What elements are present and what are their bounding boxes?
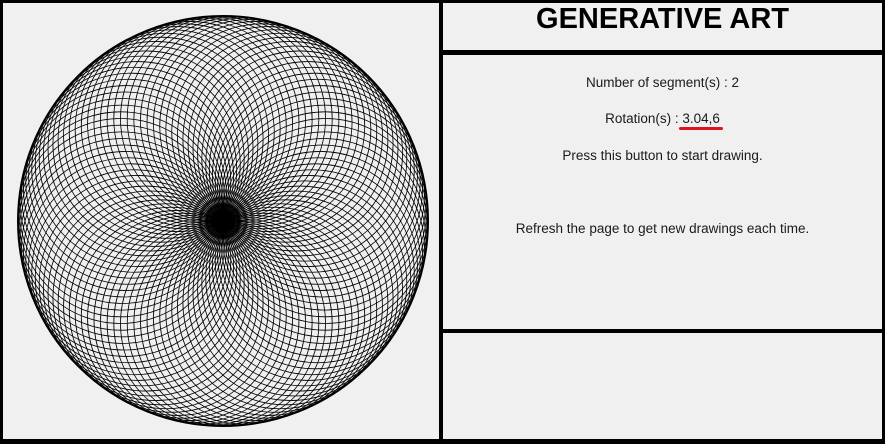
bottom-panel	[443, 333, 882, 439]
segments-line: Number of segment(s) : 2	[443, 75, 882, 91]
segments-label: Number of segment(s) :	[585, 75, 732, 90]
rotations-label: Rotation(s) :	[605, 111, 683, 126]
page-title: GENERATIVE ART	[536, 3, 789, 35]
rotations-value: 3.04,6	[682, 111, 720, 126]
spirograph-drawing	[17, 15, 429, 427]
segments-value: 2	[731, 75, 740, 90]
center-point	[219, 217, 227, 225]
rotations-value-wrap: 3.04,6	[679, 111, 723, 130]
header-panel: GENERATIVE ART	[443, 3, 882, 50]
red-underline-annotation	[679, 127, 723, 130]
press-instruction: Press this button to start drawing.	[562, 148, 763, 163]
refresh-instruction: Refresh the page to get new drawings eac…	[515, 221, 810, 236]
info-panel: Number of segment(s) : 2 Rotation(s) : 3…	[443, 55, 882, 329]
drawing-canvas	[3, 3, 439, 439]
rotations-line: Rotation(s) : 3.04,6	[443, 111, 882, 130]
